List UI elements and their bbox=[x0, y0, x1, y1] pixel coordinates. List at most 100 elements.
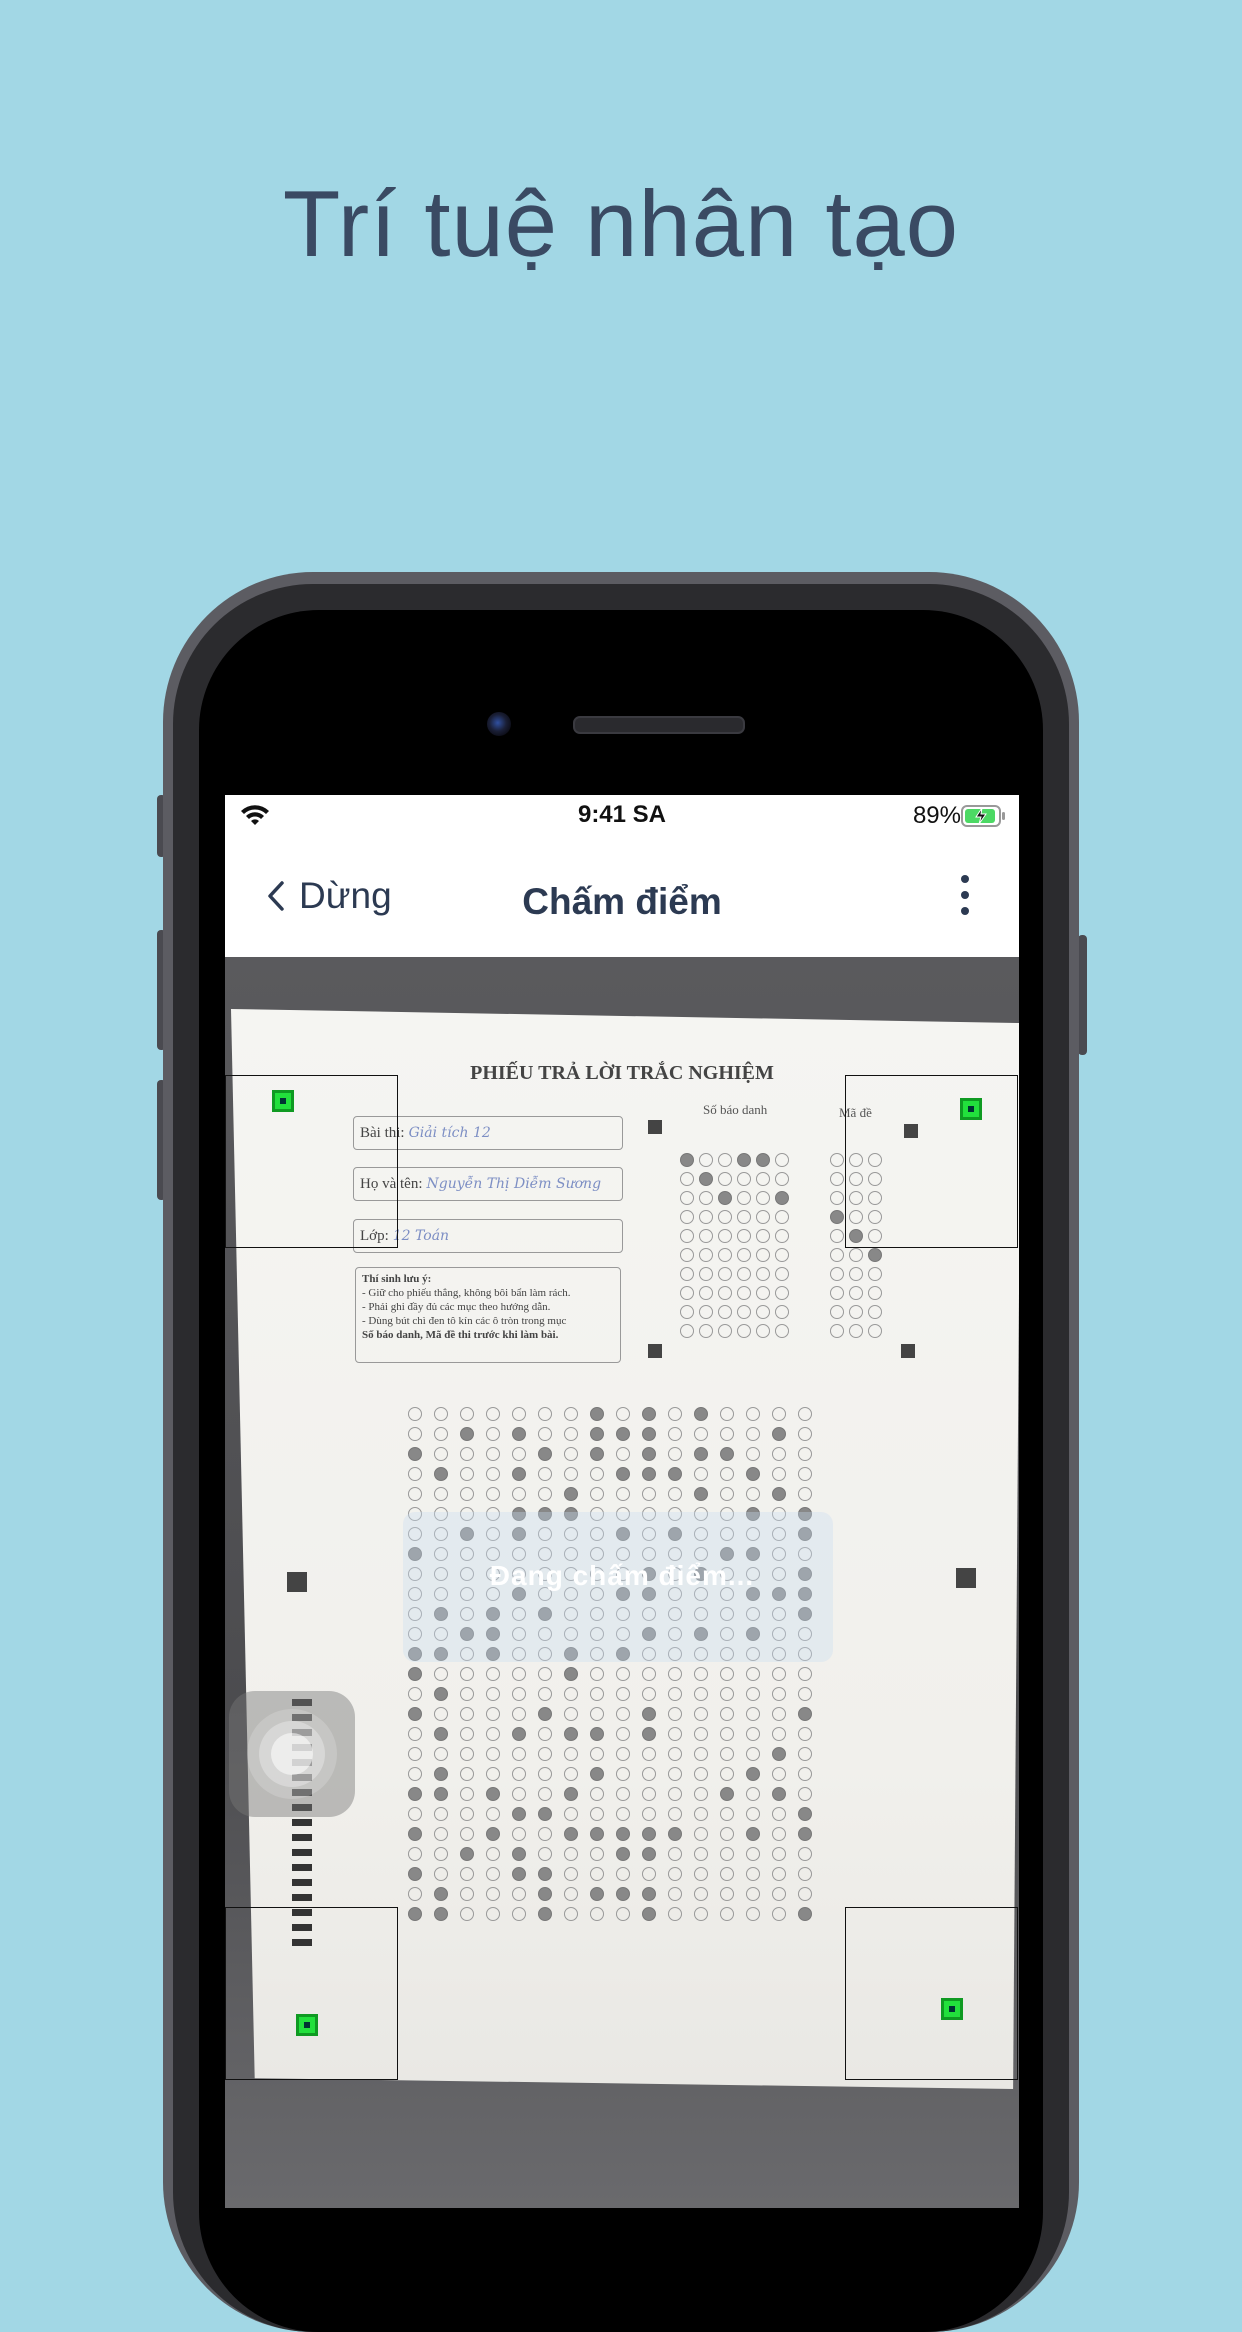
answer-bubble bbox=[486, 1467, 500, 1481]
front-camera bbox=[487, 712, 511, 736]
answer-bubble bbox=[590, 1867, 604, 1881]
answer-bubble bbox=[642, 1407, 656, 1421]
answer-bubble bbox=[512, 1687, 526, 1701]
answer-bubble bbox=[538, 1707, 552, 1721]
answer-bubble bbox=[694, 1827, 708, 1841]
answer-bubble bbox=[798, 1827, 812, 1841]
answer-bubble bbox=[434, 1807, 448, 1821]
answer-bubble bbox=[434, 1907, 448, 1921]
answer-bubble bbox=[694, 1807, 708, 1821]
answer-bubble bbox=[538, 1407, 552, 1421]
answer-bubble bbox=[590, 1767, 604, 1781]
answer-bubble bbox=[720, 1467, 734, 1481]
answer-bubble bbox=[512, 1407, 526, 1421]
answer-bubble bbox=[460, 1767, 474, 1781]
instructions-box: Thí sinh lưu ý: - Giữ cho phiếu thẳng, k… bbox=[355, 1267, 621, 1363]
alignment-mark bbox=[648, 1120, 662, 1134]
answer-bubble bbox=[694, 1847, 708, 1861]
more-options-button[interactable] bbox=[955, 875, 975, 921]
answer-bubble bbox=[460, 1827, 474, 1841]
answer-bubble bbox=[590, 1687, 604, 1701]
answer-bubble bbox=[616, 1887, 630, 1901]
answer-bubble bbox=[512, 1807, 526, 1821]
alignment-mark bbox=[648, 1344, 662, 1358]
answer-bubble bbox=[512, 1827, 526, 1841]
answer-bubble bbox=[408, 1467, 422, 1481]
answer-bubble bbox=[434, 1467, 448, 1481]
answer-bubble bbox=[694, 1767, 708, 1781]
answer-bubble bbox=[642, 1887, 656, 1901]
answer-bubble bbox=[590, 1487, 604, 1501]
answer-bubble bbox=[746, 1407, 760, 1421]
answer-bubble bbox=[720, 1787, 734, 1801]
answer-bubble bbox=[642, 1447, 656, 1461]
answer-bubble bbox=[798, 1467, 812, 1481]
answer-bubble bbox=[720, 1767, 734, 1781]
answer-bubble bbox=[668, 1447, 682, 1461]
answer-bubble bbox=[772, 1407, 786, 1421]
answer-bubble bbox=[486, 1767, 500, 1781]
answer-bubble bbox=[642, 1747, 656, 1761]
answer-bubble bbox=[486, 1787, 500, 1801]
answer-bubble bbox=[460, 1467, 474, 1481]
answer-bubble bbox=[460, 1887, 474, 1901]
phone-screen: 9:41 SA 89% Dừng Chấm điểm PHIẾU TRẢ LỜI… bbox=[225, 795, 1019, 2208]
answer-bubble bbox=[512, 1487, 526, 1501]
answer-bubble bbox=[460, 1487, 474, 1501]
answer-bubble bbox=[668, 1887, 682, 1901]
answer-bubble bbox=[538, 1667, 552, 1681]
answer-bubble bbox=[590, 1827, 604, 1841]
answer-bubble bbox=[564, 1667, 578, 1681]
assistive-touch-button[interactable] bbox=[229, 1691, 355, 1817]
answer-bubble bbox=[720, 1907, 734, 1921]
answer-bubble bbox=[590, 1467, 604, 1481]
answer-bubble bbox=[720, 1667, 734, 1681]
answer-bubble bbox=[746, 1447, 760, 1461]
answer-bubble bbox=[616, 1707, 630, 1721]
answer-bubble bbox=[798, 1887, 812, 1901]
answer-bubble bbox=[798, 1487, 812, 1501]
answer-bubble bbox=[590, 1667, 604, 1681]
answer-bubble bbox=[616, 1847, 630, 1861]
answer-bubble bbox=[590, 1747, 604, 1761]
answer-bubble bbox=[590, 1887, 604, 1901]
answer-bubble bbox=[668, 1427, 682, 1441]
answer-bubble bbox=[434, 1687, 448, 1701]
answer-bubble bbox=[486, 1727, 500, 1741]
answer-bubble bbox=[668, 1727, 682, 1741]
answer-bubble bbox=[694, 1427, 708, 1441]
answer-bubble bbox=[642, 1687, 656, 1701]
answer-bubble bbox=[564, 1827, 578, 1841]
answer-bubble bbox=[798, 1427, 812, 1441]
answer-bubble bbox=[616, 1467, 630, 1481]
answer-bubble bbox=[694, 1747, 708, 1761]
answer-bubble bbox=[460, 1447, 474, 1461]
answer-bubble bbox=[720, 1427, 734, 1441]
answer-bubble bbox=[460, 1667, 474, 1681]
answer-bubble bbox=[668, 1867, 682, 1881]
detect-frame-top-left bbox=[225, 1075, 398, 1248]
answer-bubble bbox=[460, 1747, 474, 1761]
answer-bubble bbox=[668, 1747, 682, 1761]
answer-bubble bbox=[538, 1847, 552, 1861]
answer-bubble bbox=[460, 1707, 474, 1721]
answer-bubble bbox=[642, 1707, 656, 1721]
answer-bubble bbox=[668, 1907, 682, 1921]
answer-bubble bbox=[434, 1407, 448, 1421]
answer-bubble bbox=[616, 1867, 630, 1881]
earpiece-speaker bbox=[573, 716, 745, 734]
answer-bubble bbox=[798, 1667, 812, 1681]
answer-bubble bbox=[746, 1687, 760, 1701]
answer-bubble bbox=[564, 1727, 578, 1741]
answer-bubble bbox=[746, 1747, 760, 1761]
more-vertical-icon bbox=[961, 875, 969, 883]
answer-bubble bbox=[460, 1867, 474, 1881]
answer-bubble bbox=[590, 1727, 604, 1741]
answer-bubble bbox=[772, 1467, 786, 1481]
answer-bubble bbox=[564, 1867, 578, 1881]
answer-bubble bbox=[616, 1687, 630, 1701]
answer-bubble bbox=[616, 1767, 630, 1781]
answer-bubble bbox=[512, 1867, 526, 1881]
answer-bubble bbox=[564, 1487, 578, 1501]
answer-bubble bbox=[694, 1707, 708, 1721]
